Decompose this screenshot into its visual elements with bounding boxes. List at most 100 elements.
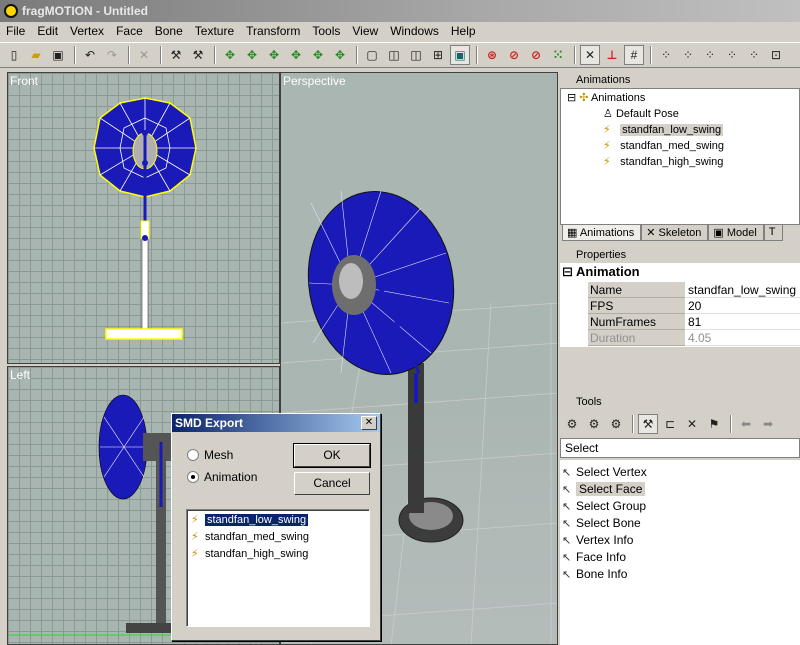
export-item-high-swing[interactable]: ⚡ standfan_high_swing xyxy=(191,546,308,562)
menu-bone[interactable]: Bone xyxy=(149,22,189,41)
move-x-icon[interactable]: ✥ xyxy=(220,45,240,65)
front-viewport[interactable]: Front xyxy=(7,72,280,364)
dialog-title-bar[interactable]: SMD Export xyxy=(172,414,380,432)
move-y-icon[interactable]: ✥ xyxy=(242,45,262,65)
property-row-numframes[interactable]: NumFrames 81 xyxy=(588,314,800,330)
property-row-fps[interactable]: FPS 20 xyxy=(588,298,800,314)
cancel-button[interactable]: Cancel xyxy=(294,472,370,495)
toolbar-separator xyxy=(574,46,576,64)
animations-tree[interactable]: ⊟ ✣ Animations ♙ Default Pose ⚡ standfan… xyxy=(560,88,800,225)
property-value[interactable]: 81 xyxy=(686,314,800,330)
texture-toggle-icon[interactable]: ⊘ xyxy=(504,45,524,65)
tree-item-standfan-med-swing[interactable]: ⚡ standfan_med_swing xyxy=(603,139,724,154)
tool-b-icon[interactable]: ⚙ xyxy=(584,414,604,434)
app-icon[interactable] xyxy=(4,4,18,18)
tool-select-face[interactable]: ↖ Select Face xyxy=(562,481,646,498)
menu-transform[interactable]: Transform xyxy=(240,22,306,41)
menu-texture[interactable]: Texture xyxy=(189,22,240,41)
menu-help[interactable]: Help xyxy=(445,22,482,41)
radio-mesh[interactable]: Mesh xyxy=(187,448,233,462)
menu-vertex[interactable]: Vertex xyxy=(64,22,110,41)
face-info-icon: ↖ xyxy=(562,552,572,564)
snap1-icon[interactable]: ⁘ xyxy=(656,45,676,65)
tree-item-standfan-high-swing[interactable]: ⚡ standfan_high_swing xyxy=(603,155,723,170)
undo-icon[interactable]: ↶ xyxy=(80,45,100,65)
dialog-close-button[interactable]: ✕ xyxy=(361,416,377,430)
export-item-med-swing[interactable]: ⚡ standfan_med_swing xyxy=(191,529,309,545)
menu-bar: File Edit Vertex Face Bone Texture Trans… xyxy=(0,22,800,41)
view-textured-icon[interactable]: ▣ xyxy=(450,45,470,65)
bone-view-icon[interactable]: ✕ xyxy=(580,45,600,65)
tool-vertex-info[interactable]: ↖ Vertex Info xyxy=(562,532,633,549)
menu-tools[interactable]: Tools xyxy=(306,22,346,41)
export-item-low-swing[interactable]: ⚡ standfan_low_swing xyxy=(191,512,310,528)
grid-icon[interactable]: # xyxy=(624,45,644,65)
snap3-icon[interactable]: ⁘ xyxy=(700,45,720,65)
snap2-icon[interactable]: ⁘ xyxy=(678,45,698,65)
redo-icon[interactable]: ↷ xyxy=(102,45,122,65)
tree-root[interactable]: ⊟ ✣ Animations xyxy=(567,91,645,106)
toolbar-separator xyxy=(214,46,216,64)
move-xy-icon[interactable]: ✥ xyxy=(286,45,306,65)
toolbar-separator xyxy=(632,415,634,433)
menu-windows[interactable]: Windows xyxy=(384,22,445,41)
property-value[interactable]: standfan_low_swing xyxy=(686,282,800,298)
select-cursor-icon[interactable]: ⊛ xyxy=(482,45,502,65)
menu-view[interactable]: View xyxy=(346,22,384,41)
tool-face-info[interactable]: ↖ Face Info xyxy=(562,549,626,566)
radio-mesh-dot[interactable] xyxy=(187,449,199,461)
open-icon[interactable]: ▰ xyxy=(26,45,46,65)
tool-select-vertex[interactable]: ↖ Select Vertex xyxy=(562,464,647,481)
section-collapse-icon[interactable]: ⊟ xyxy=(562,264,573,279)
animations-panel-title: Animations xyxy=(576,74,631,86)
wireframe-toggle-icon[interactable]: ⊘ xyxy=(526,45,546,65)
properties-section[interactable]: ⊟ Animation xyxy=(562,264,640,280)
tool-back-icon[interactable]: ⬅ xyxy=(736,414,756,434)
snap4-icon[interactable]: ⁘ xyxy=(722,45,742,65)
tab-texture[interactable]: T xyxy=(763,225,783,241)
menu-file[interactable]: File xyxy=(0,22,31,41)
axis-icon[interactable]: ⊥ xyxy=(602,45,622,65)
tool-forward-icon[interactable]: ➡ xyxy=(758,414,778,434)
tool-select-bone[interactable]: ↖ Select Bone xyxy=(562,515,641,532)
tool-select-group[interactable]: ↖ Select Group xyxy=(562,498,646,515)
tree-item-standfan-low-swing[interactable]: ⚡ standfan_low_swing xyxy=(603,123,724,138)
tool-mode-field[interactable]: Select xyxy=(560,438,800,458)
view-double-icon[interactable]: ◫ xyxy=(384,45,404,65)
save-icon[interactable]: ▣ xyxy=(48,45,68,65)
bone-delete-icon[interactable]: ⚒ xyxy=(188,45,208,65)
more-icon[interactable]: ⊡ xyxy=(766,45,786,65)
ok-button[interactable]: OK xyxy=(293,443,371,468)
move-xz-icon[interactable]: ✥ xyxy=(330,45,350,65)
vertex-toggle-icon[interactable]: ⁙ xyxy=(548,45,568,65)
view-quad-icon[interactable]: ⊞ xyxy=(428,45,448,65)
menu-face[interactable]: Face xyxy=(110,22,149,41)
tree-collapse-icon[interactable]: ⊟ xyxy=(567,92,576,104)
tool-a-icon[interactable]: ⚙ xyxy=(562,414,582,434)
tool-c-icon[interactable]: ⚙ xyxy=(606,414,626,434)
property-value[interactable]: 20 xyxy=(686,298,800,314)
animation-export-list[interactable]: ⚡ standfan_low_swing ⚡ standfan_med_swing … xyxy=(186,509,370,627)
bone-tool-icon[interactable]: ⚒ xyxy=(166,45,186,65)
tree-item-default-pose[interactable]: ♙ Default Pose xyxy=(603,107,679,122)
menu-edit[interactable]: Edit xyxy=(31,22,64,41)
view-single-icon[interactable]: ▢ xyxy=(362,45,382,65)
tool-bone-icon[interactable]: ⚒ xyxy=(638,414,658,434)
tool-bone-info[interactable]: ↖ Bone Info xyxy=(562,566,627,583)
new-icon[interactable]: ▯ xyxy=(4,45,24,65)
tool-hierarchy-icon[interactable]: ⊏ xyxy=(660,414,680,434)
move-yz-icon[interactable]: ✥ xyxy=(308,45,328,65)
tab-skeleton[interactable]: ✕ Skeleton xyxy=(641,225,709,241)
snap5-icon[interactable]: ⁘ xyxy=(744,45,764,65)
radio-animation[interactable]: Animation xyxy=(187,470,257,484)
radio-animation-dot[interactable] xyxy=(187,471,199,483)
tab-model[interactable]: ▣ Model xyxy=(708,225,764,241)
tab-animations[interactable]: ▦ Animations xyxy=(562,225,642,241)
front-viewport-label: Front xyxy=(10,74,39,88)
move-z-icon[interactable]: ✥ xyxy=(264,45,284,65)
view-triple-icon[interactable]: ◫ xyxy=(406,45,426,65)
delete-icon[interactable]: ✕ xyxy=(134,45,154,65)
tool-joint-icon[interactable]: ✕ xyxy=(682,414,702,434)
tool-weight-icon[interactable]: ⚑ xyxy=(704,414,724,434)
property-row-name[interactable]: Name standfan_low_swing xyxy=(588,282,800,298)
